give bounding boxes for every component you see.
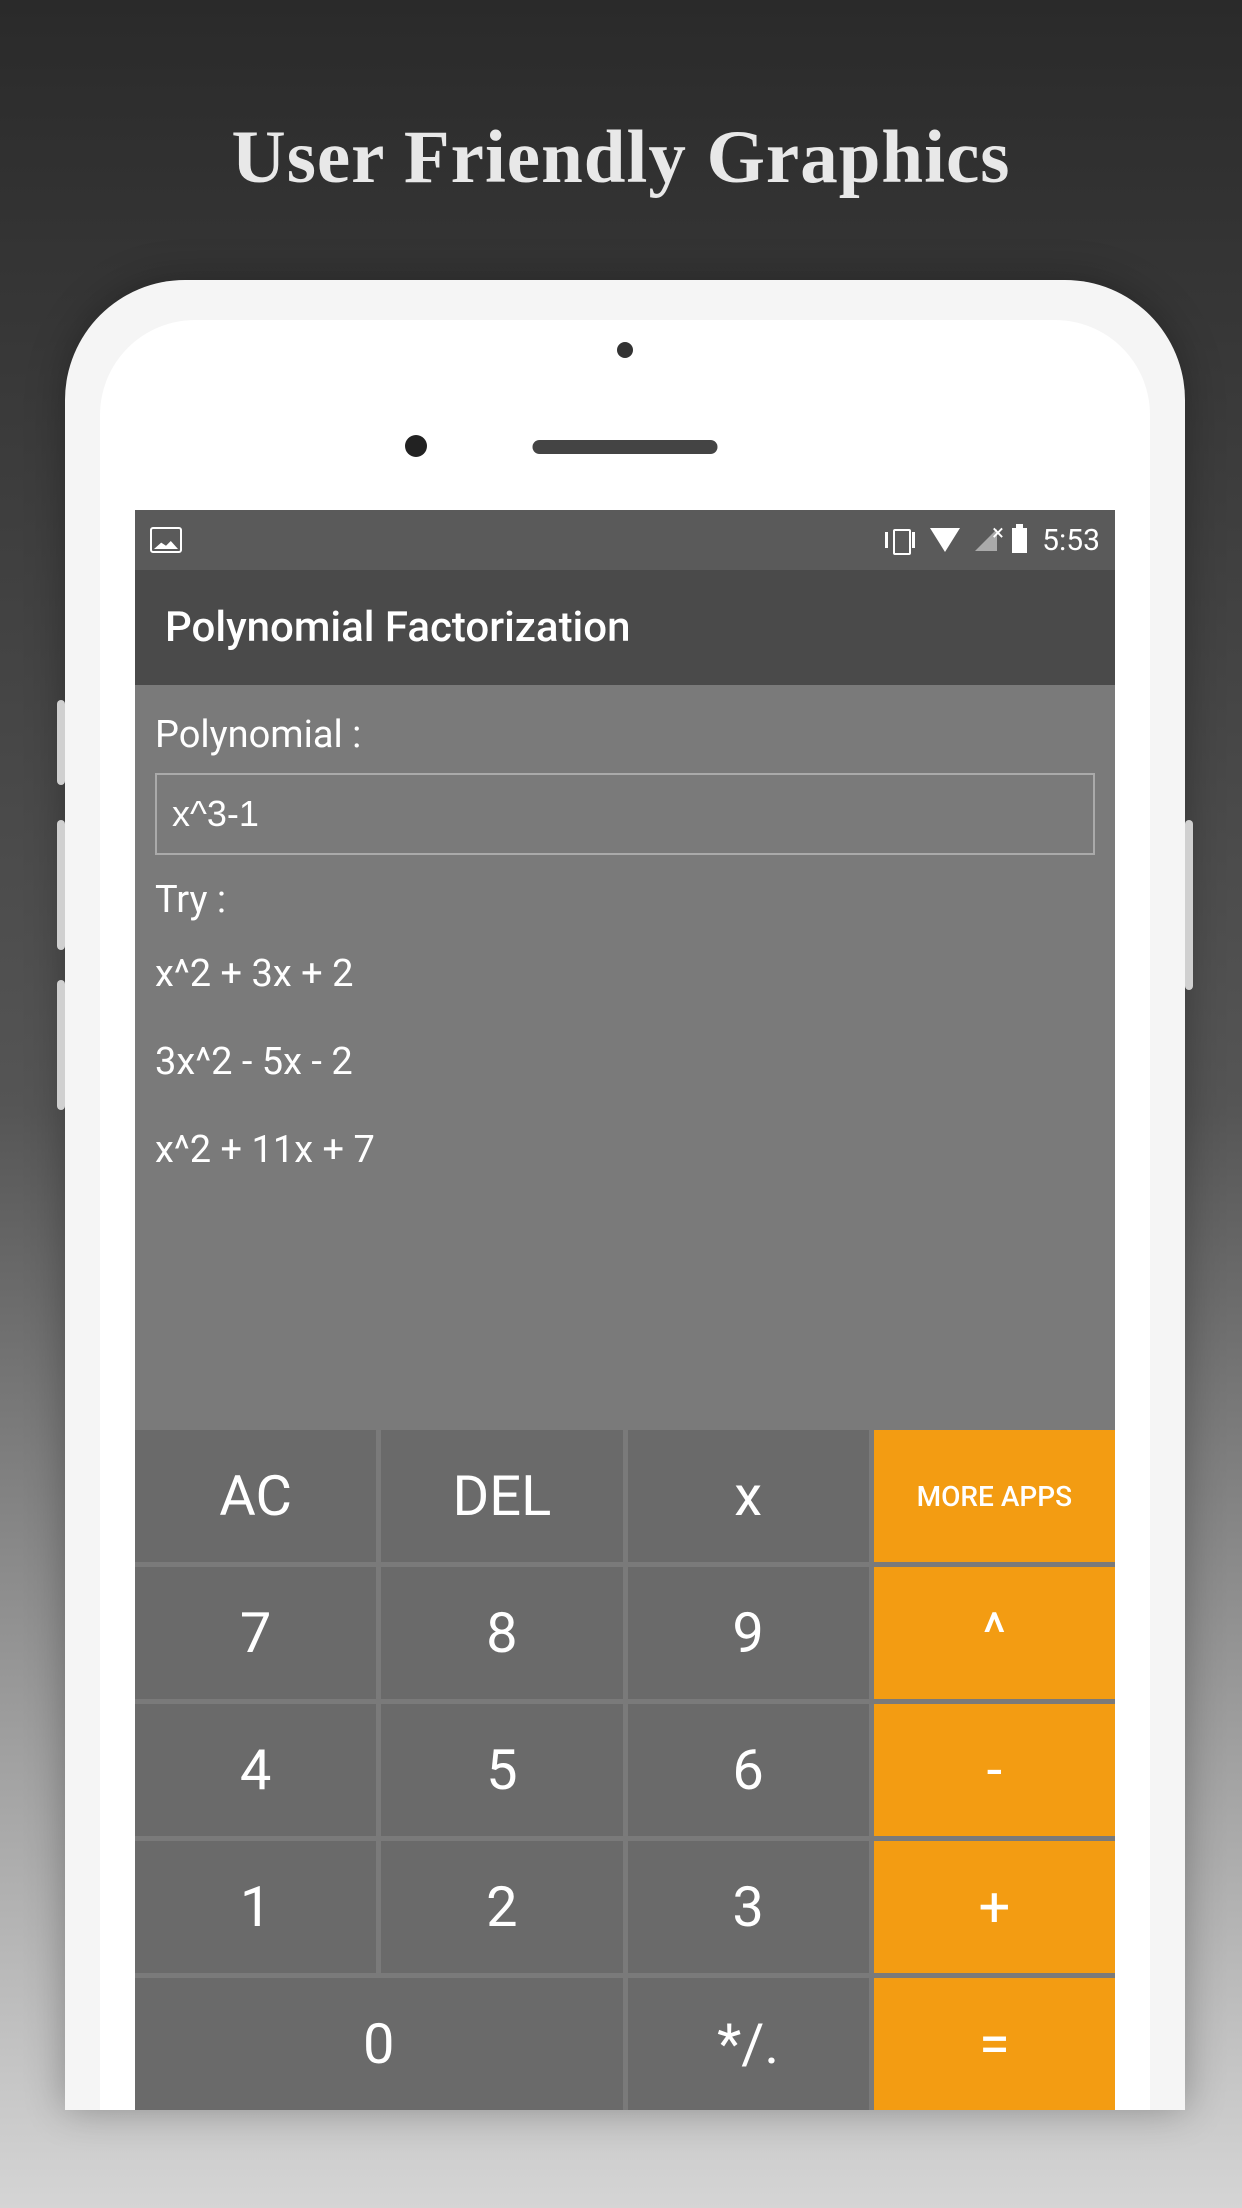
try-label: Try :: [155, 870, 1095, 930]
power-button[interactable]: ^: [874, 1567, 1115, 1699]
polynomial-input[interactable]: [155, 773, 1095, 855]
phone-camera-icon: [405, 435, 427, 457]
minus-button[interactable]: -: [874, 1704, 1115, 1836]
multiply-divide-decimal-button[interactable]: */.: [628, 1978, 869, 2110]
phone-speaker-icon: [533, 440, 718, 454]
vibrate-icon: [885, 529, 915, 551]
plus-button[interactable]: +: [874, 1841, 1115, 1973]
digit-5-button[interactable]: 5: [381, 1704, 622, 1836]
digit-3-button[interactable]: 3: [628, 1841, 869, 1973]
try-example-item[interactable]: x^2 + 3x + 2: [155, 930, 1095, 1018]
digit-2-button[interactable]: 2: [381, 1841, 622, 1973]
digit-1-button[interactable]: 1: [135, 1841, 376, 1973]
digit-6-button[interactable]: 6: [628, 1704, 869, 1836]
battery-icon: [1012, 528, 1027, 553]
promo-headline: User Friendly Graphics: [0, 0, 1242, 201]
phone-sensor-icon: [617, 342, 633, 358]
content-area: Polynomial : Try : x^2 + 3x + 2 3x^2 - 5…: [135, 685, 1115, 1430]
del-button[interactable]: DEL: [381, 1430, 622, 1562]
phone-side-button: [57, 700, 65, 785]
digit-0-button[interactable]: 0: [135, 1978, 623, 2110]
phone-side-button: [57, 820, 65, 950]
keypad: AC DEL x MORE APPS 7 8 9 ^ 4 5 6 - 1 2 3…: [135, 1430, 1115, 2110]
polynomial-label: Polynomial :: [155, 705, 1095, 765]
wifi-icon: [930, 528, 960, 552]
signal-icon: [975, 529, 997, 551]
app-title: Polynomial Factorization: [165, 603, 630, 652]
screenshot-notification-icon: [150, 527, 182, 553]
ac-button[interactable]: AC: [135, 1430, 376, 1562]
more-apps-button[interactable]: MORE APPS: [874, 1430, 1115, 1562]
phone-screen: 5:53 Polynomial Factorization Polynomial…: [135, 510, 1115, 2110]
phone-mockup-frame: 5:53 Polynomial Factorization Polynomial…: [65, 280, 1185, 2110]
digit-4-button[interactable]: 4: [135, 1704, 376, 1836]
phone-side-button: [57, 980, 65, 1110]
try-section: Try : x^2 + 3x + 2 3x^2 - 5x - 2 x^2 + 1…: [155, 870, 1095, 1410]
try-example-item[interactable]: 3x^2 - 5x - 2: [155, 1018, 1095, 1106]
equals-button[interactable]: =: [874, 1978, 1115, 2110]
phone-body: 5:53 Polynomial Factorization Polynomial…: [100, 320, 1150, 2110]
app-title-bar: Polynomial Factorization: [135, 570, 1115, 685]
phone-side-button: [1185, 820, 1193, 990]
variable-x-button[interactable]: x: [628, 1430, 869, 1562]
try-example-item[interactable]: x^2 + 11x + 7: [155, 1106, 1095, 1194]
status-time: 5:53: [1042, 523, 1100, 558]
digit-9-button[interactable]: 9: [628, 1567, 869, 1699]
digit-7-button[interactable]: 7: [135, 1567, 376, 1699]
status-bar: 5:53: [135, 510, 1115, 570]
digit-8-button[interactable]: 8: [381, 1567, 622, 1699]
